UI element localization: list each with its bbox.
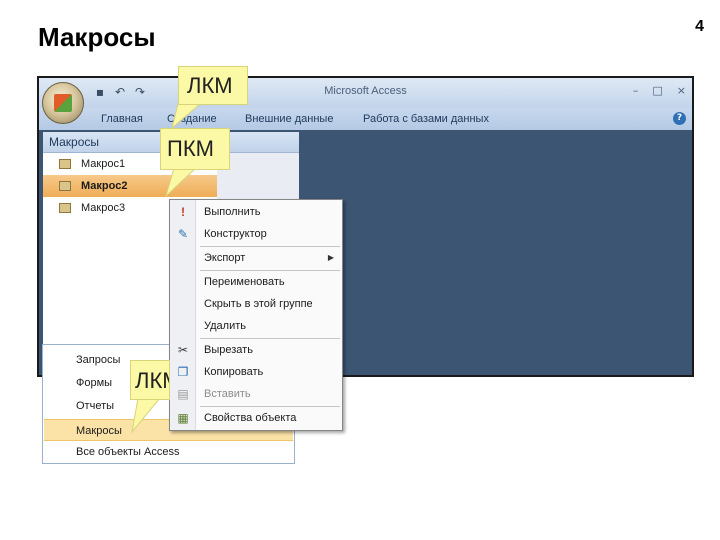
macro-icon (59, 181, 71, 191)
window-title: Microsoft Access (324, 85, 407, 97)
list-item-label: Макрос3 (81, 202, 126, 214)
menu-item-rename[interactable]: Переименовать (170, 271, 342, 293)
menu-item-hide[interactable]: Скрыть в этой группе (170, 293, 342, 315)
menu-item-export[interactable]: Экспорт ▶ (170, 247, 342, 269)
menu-item-label: Вставить (204, 388, 251, 400)
menu-item-label: Переименовать (204, 276, 285, 288)
context-menu: ! Выполнить ✎ Конструктор Экспорт ▶ Пере… (169, 199, 343, 431)
menu-item-label: Копировать (204, 366, 264, 378)
properties-icon: ▦ (177, 411, 189, 425)
menu-item-paste[interactable]: ▤ Вставить (170, 383, 342, 405)
menu-item-design[interactable]: ✎ Конструктор (170, 223, 342, 245)
macro-icon (59, 159, 71, 169)
menu-item-delete[interactable]: Удалить (170, 315, 342, 337)
tab-database-tools[interactable]: Работа с базами данных (363, 113, 489, 125)
menu-item-label: Свойства объекта (204, 412, 297, 424)
slide-number: 4 (695, 18, 704, 35)
callout-lkm-bottom: ЛКМ (130, 360, 170, 400)
list-item-label: Макрос1 (81, 158, 126, 170)
maximize-button[interactable]: □ (652, 84, 662, 97)
menu-item-label: Конструктор (204, 228, 267, 240)
access-window: ▪ ↶ ↷ Microsoft Access – □ × Главная Соз… (37, 76, 694, 377)
paste-icon: ▤ (177, 387, 189, 401)
list-item-selected[interactable]: Макрос2 (43, 175, 217, 197)
tab-create[interactable]: Создание (167, 113, 217, 125)
ribbon-tabs: Главная Создание Внешние данные Работа с… (39, 108, 692, 130)
list-item-label: Макрос2 (81, 180, 128, 192)
office-logo-icon (54, 94, 72, 112)
scissors-icon: ✂ (177, 343, 189, 357)
menu-item-run[interactable]: ! Выполнить (170, 201, 342, 223)
menu-item-label: Удалить (204, 320, 246, 332)
run-icon: ! (181, 205, 185, 219)
menu-item-label: Скрыть в этой группе (204, 298, 313, 310)
menu-item-label: Вырезать (204, 344, 253, 356)
title-bar: ▪ ↶ ↷ Microsoft Access – □ × (39, 78, 692, 108)
tab-external-data[interactable]: Внешние данные (245, 113, 333, 125)
tab-home[interactable]: Главная (101, 113, 143, 125)
menu-item-label: Экспорт (204, 252, 246, 264)
minimize-button[interactable]: – (633, 84, 639, 97)
help-icon[interactable]: ? (673, 112, 686, 125)
office-button[interactable] (42, 82, 84, 124)
design-icon: ✎ (177, 227, 189, 241)
submenu-arrow-icon: ▶ (327, 253, 334, 262)
slide-title: Макросы (38, 22, 156, 52)
macro-icon (59, 203, 71, 213)
close-button[interactable]: × (677, 84, 686, 97)
callout-lkm-top: ЛКМ (178, 66, 248, 105)
dropdown-item-all-objects[interactable]: Все объекты Access (44, 441, 293, 463)
menu-item-label: Выполнить (204, 206, 261, 218)
menu-item-copy[interactable]: ❐ Копировать (170, 361, 342, 383)
callout-pkm: ПКМ (160, 128, 230, 170)
copy-icon: ❐ (177, 365, 189, 379)
menu-item-cut[interactable]: ✂ Вырезать (170, 339, 342, 361)
window-controls: – □ × (633, 84, 686, 97)
menu-item-properties[interactable]: ▦ Свойства объекта (170, 407, 342, 429)
